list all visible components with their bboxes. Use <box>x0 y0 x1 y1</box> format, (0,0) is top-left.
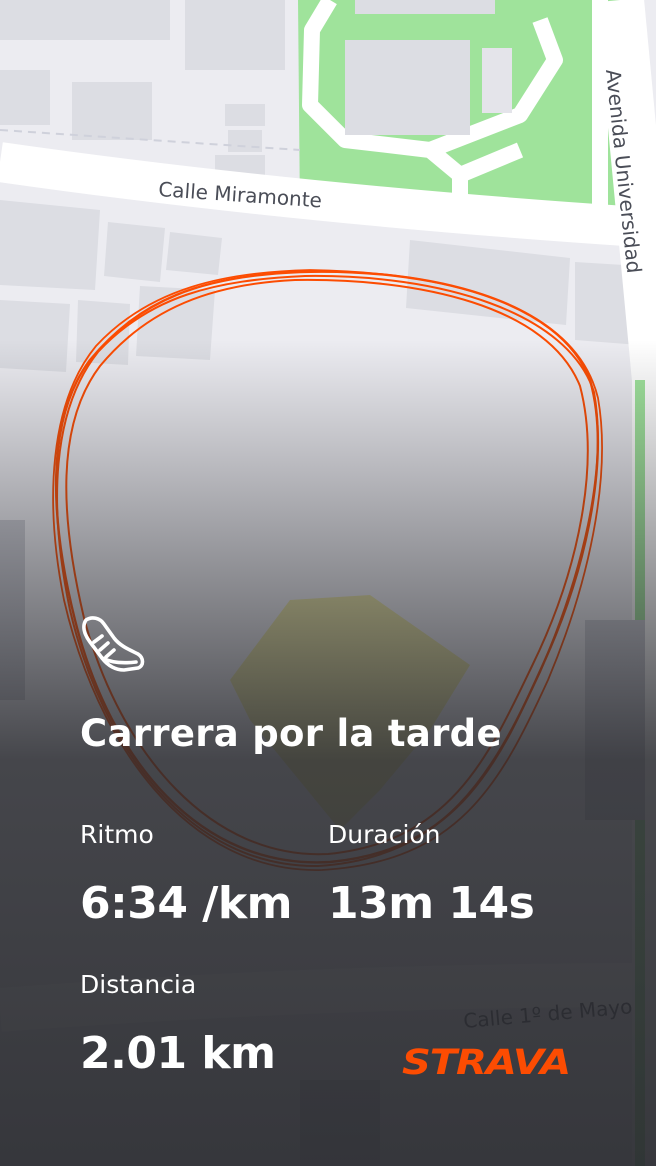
strava-logo: STRAVA <box>402 1043 571 1080</box>
pace-label: Ritmo <box>80 820 154 849</box>
distance-value: 2.01 km <box>80 1028 276 1079</box>
activity-share-card: Calle Miramonte Avenida Universidad Call… <box>0 0 656 1166</box>
distance-label: Distancia <box>80 970 197 999</box>
duration-value: 13m 14s <box>328 878 535 929</box>
activity-title: Carrera por la tarde <box>80 712 502 755</box>
running-shoe-icon <box>82 616 145 672</box>
pace-value: 6:34 /km <box>80 878 292 929</box>
strava-logo-text: STRAVA <box>402 1043 570 1080</box>
duration-label: Duración <box>328 820 441 849</box>
